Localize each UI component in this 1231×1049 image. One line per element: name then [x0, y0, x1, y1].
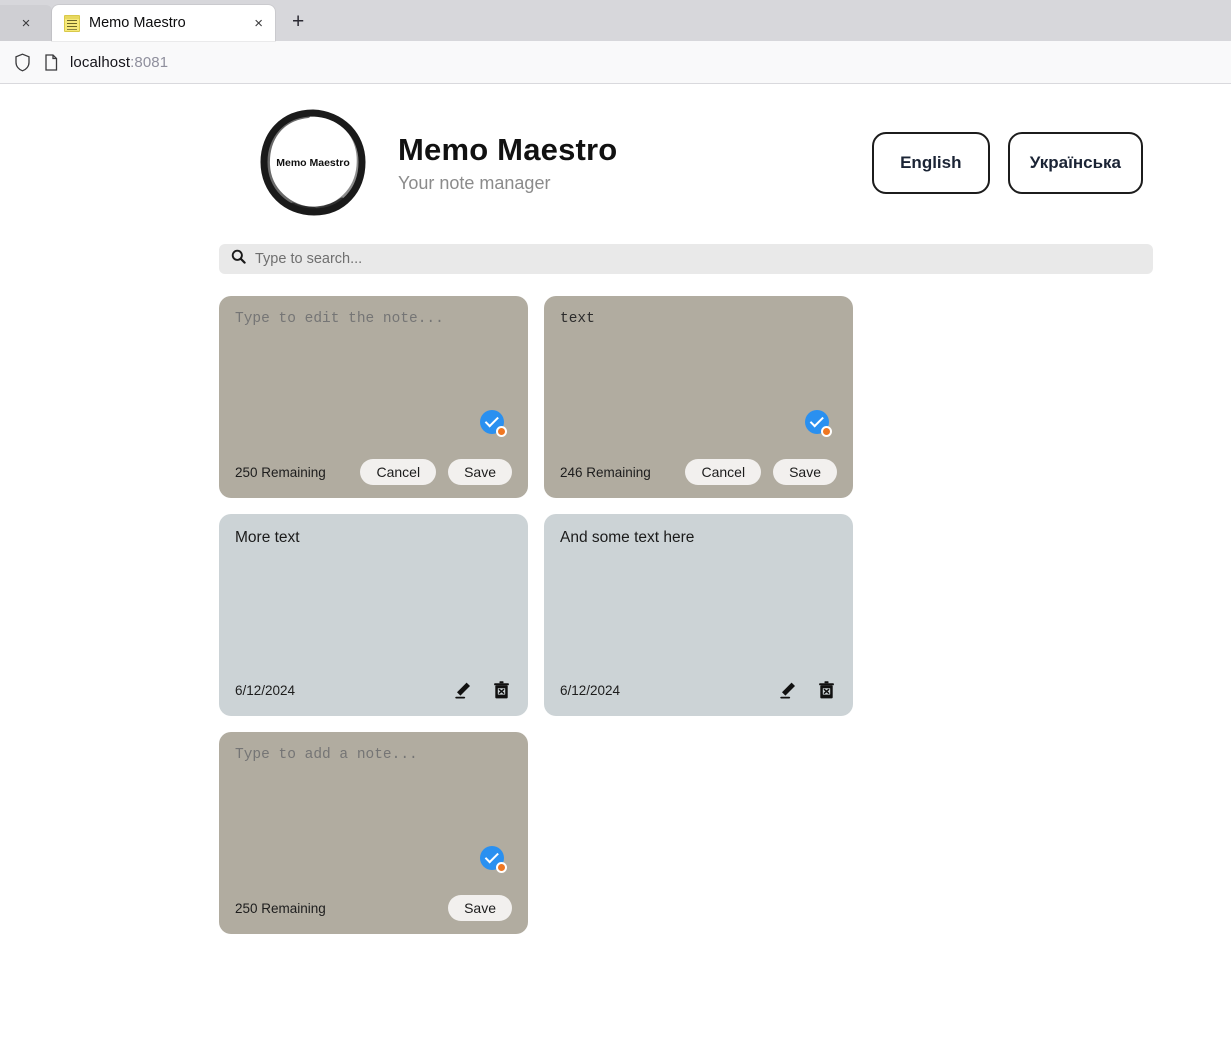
- sticky-note-favicon: [64, 14, 80, 32]
- note-textarea[interactable]: [235, 310, 512, 332]
- search-section: [26, 244, 1205, 274]
- url-host: localhost: [70, 53, 131, 71]
- lang-button-english[interactable]: English: [871, 132, 990, 194]
- cancel-button[interactable]: Cancel: [360, 459, 437, 485]
- app-root: Memo Maestro Memo Maestro Your note mana…: [0, 84, 1231, 934]
- note-date: 6/12/2024: [560, 682, 621, 698]
- search-input[interactable]: [255, 251, 1141, 267]
- note-footer: 250 Remaining Cancel Save: [235, 458, 512, 486]
- language-switcher: English Українська: [871, 132, 1143, 194]
- url-text: localhost:8081: [70, 54, 168, 71]
- save-button[interactable]: Save: [448, 459, 512, 485]
- search-icon: [231, 249, 246, 269]
- note-card[interactable]: And some text here 6/12/2024: [544, 514, 853, 716]
- shield-icon: [14, 52, 31, 72]
- remaining-count: 246 Remaining: [560, 464, 651, 480]
- tab-memo-maestro[interactable]: Memo Maestro ×: [52, 5, 275, 41]
- note-body-spacer: [235, 548, 512, 676]
- new-tab-button[interactable]: +: [292, 11, 304, 32]
- logo-text: Memo Maestro: [276, 157, 350, 169]
- url-port: :8081: [130, 53, 169, 71]
- tab-title: Memo Maestro: [89, 15, 186, 31]
- remaining-count: 250 Remaining: [235, 900, 326, 916]
- unsaved-dot-icon: [496, 862, 507, 873]
- saved-badge-icon: [480, 410, 507, 437]
- page-title: Memo Maestro: [398, 132, 618, 167]
- pencil-icon[interactable]: [777, 679, 799, 701]
- cancel-button[interactable]: Cancel: [685, 459, 762, 485]
- lang-button-ukrainian[interactable]: Українська: [1007, 132, 1143, 194]
- note-footer: 250 Remaining Save: [235, 894, 512, 922]
- close-icon[interactable]: ×: [22, 16, 31, 31]
- url-bar[interactable]: localhost:8081: [0, 41, 1231, 84]
- save-button[interactable]: Save: [448, 895, 512, 921]
- browser-chrome: × Memo Maestro × + localhost:8081: [0, 0, 1231, 84]
- brand-block: Memo Maestro Your note manager: [398, 132, 872, 194]
- save-button[interactable]: Save: [773, 459, 837, 485]
- note-card[interactable]: 246 Remaining Cancel Save: [544, 296, 853, 498]
- note-footer: 246 Remaining Cancel Save: [560, 458, 837, 486]
- saved-badge-icon: [805, 410, 832, 437]
- trash-x-icon[interactable]: [815, 679, 837, 701]
- note-body-spacer: [235, 332, 512, 458]
- note-card[interactable]: 250 Remaining Cancel Save: [219, 296, 528, 498]
- saved-badge-icon: [480, 846, 507, 873]
- close-icon[interactable]: ×: [252, 16, 265, 31]
- new-note-textarea[interactable]: [235, 746, 512, 768]
- tab-strip: × Memo Maestro × +: [0, 0, 1231, 41]
- note-body-spacer: [560, 332, 837, 458]
- note-text: And some text here: [560, 529, 695, 546]
- remaining-count: 250 Remaining: [235, 464, 326, 480]
- search-bar[interactable]: [219, 244, 1153, 274]
- note-body-spacer: [235, 768, 512, 894]
- page-icon: [44, 53, 58, 71]
- note-date: 6/12/2024: [235, 682, 296, 698]
- note-footer: 6/12/2024: [235, 676, 512, 704]
- new-note-card[interactable]: 250 Remaining Save: [219, 732, 528, 934]
- note-body-spacer: [560, 548, 837, 676]
- note-card[interactable]: More text 6/12/2024: [219, 514, 528, 716]
- pencil-icon[interactable]: [452, 679, 474, 701]
- trash-x-icon[interactable]: [490, 679, 512, 701]
- page-subtitle: Your note manager: [398, 173, 551, 193]
- unsaved-dot-icon: [821, 426, 832, 437]
- note-textarea[interactable]: [560, 310, 837, 332]
- background-tab[interactable]: ×: [0, 5, 52, 41]
- notes-grid: 250 Remaining Cancel Save 246 Remaining …: [219, 296, 1153, 934]
- brand-logo: Memo Maestro: [256, 106, 370, 220]
- note-footer: 6/12/2024: [560, 676, 837, 704]
- note-text: More text: [235, 529, 300, 546]
- app-header: Memo Maestro Memo Maestro Your note mana…: [26, 84, 1205, 236]
- unsaved-dot-icon: [496, 426, 507, 437]
